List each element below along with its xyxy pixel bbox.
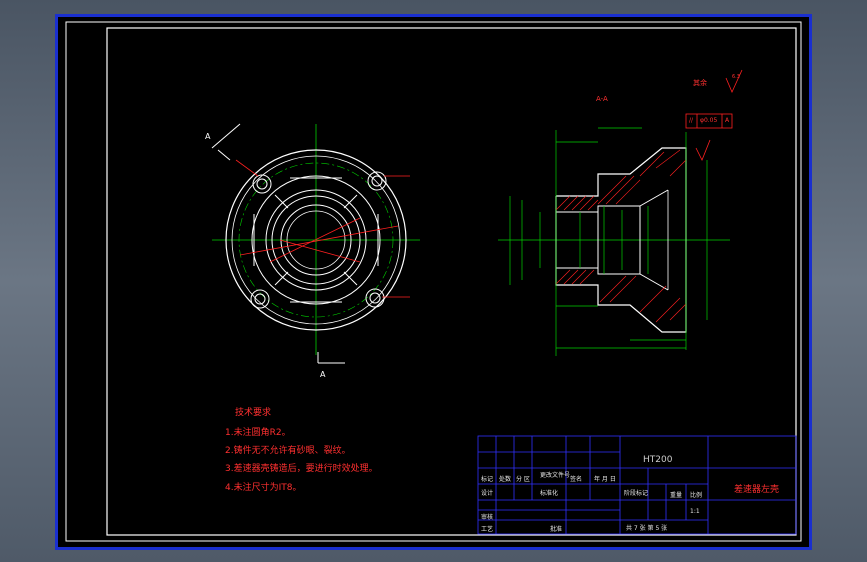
tb-label: 年 月 日 [594, 476, 616, 483]
roughness-value: 6.3 [732, 74, 740, 80]
tb-label: 设计 [481, 490, 494, 497]
view-label: A-A [596, 95, 608, 103]
tech-req-item: 1.未注圆角R2。 [225, 428, 291, 438]
tolerance-value: φ0.05 [700, 117, 718, 124]
tb-label: 更改文件号 [540, 472, 571, 479]
tech-req-title: 技术要求 [235, 408, 272, 418]
sheet-info: 共 7 张 第 5 张 [626, 525, 668, 532]
bolt-hole-tl [252, 174, 272, 194]
tolerance-symbol: // [689, 117, 694, 124]
cad-drawing [65, 21, 802, 542]
tech-req-item: 4.未注尺寸为IT8。 [225, 483, 302, 493]
tech-req-item: 3.差速器壳铸造后，要进行时效处理。 [225, 464, 378, 474]
tolerance-datum: A [725, 117, 730, 124]
tb-label: 阶段标记 [624, 490, 649, 497]
section-label-top: A [205, 132, 211, 141]
part-name: 差速器左壳 [734, 485, 780, 495]
surface-finish-label: 其余 [693, 79, 707, 87]
tb-label: 工艺 [481, 526, 494, 533]
scale-value: 1:1 [690, 508, 700, 515]
front-view [211, 123, 420, 364]
tb-label: 签名 [570, 476, 583, 483]
tb-label: 审核 [481, 514, 494, 521]
tb-label: 标记 [481, 476, 494, 483]
drawing-border [106, 27, 797, 536]
tb-label: 标准化 [540, 490, 559, 497]
section-label-bottom: A [320, 370, 326, 379]
bolt-hole-br [365, 288, 385, 308]
tb-label: 重量 [670, 492, 683, 499]
sheet-border [65, 21, 802, 542]
tb-label: 分 区 [516, 476, 530, 483]
tb-label: 批准 [550, 526, 563, 533]
material-label: HT200 [643, 455, 673, 465]
tb-label: 处数 [499, 476, 512, 483]
tb-label: 比例 [690, 492, 703, 499]
tech-req-item: 2.铸件无不允许有砂眼、裂纹。 [225, 446, 351, 456]
section-view [498, 69, 743, 356]
